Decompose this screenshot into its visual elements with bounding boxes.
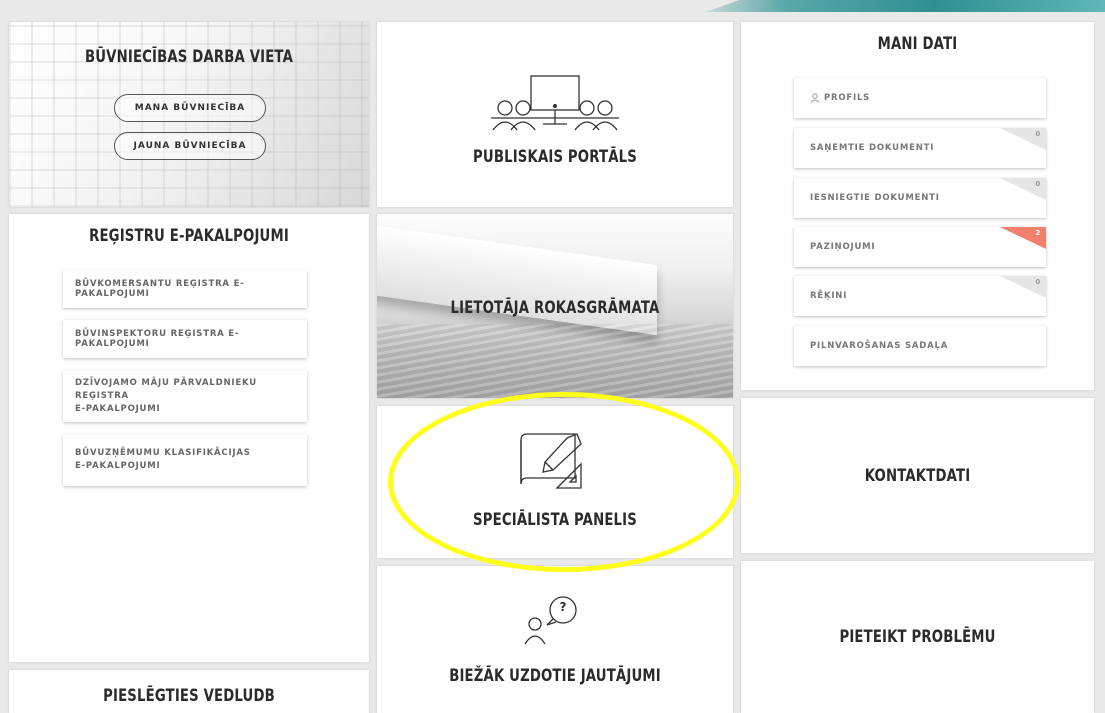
tile-title: PIESLĒGTIES VEDLUDB — [103, 686, 275, 706]
badge-count: 0 — [1035, 278, 1041, 286]
tile-building-workplace: BŪVNIECĪBAS DARBA VIETA MANA BŪVNIECĪBA … — [9, 22, 369, 207]
inspector-registry-label: BŪVINSPEKTORU REĢISTRA E-PAKALPOJUMI — [75, 329, 240, 349]
contractor-registry-button[interactable]: BŪVKOMERSANTU REĢISTRA E-PAKALPOJUMI — [63, 270, 307, 308]
user-icon — [810, 93, 820, 103]
tile-title: KONTAKTDATI — [864, 466, 971, 486]
tile-faq[interactable]: ? BIEŽĀK UZDOTIE JAUTĀJUMI — [377, 566, 733, 713]
tile-user-manual[interactable]: LIETOTĀJA ROKASGRĀMATA — [377, 214, 733, 398]
meeting-screen-icon — [491, 75, 619, 131]
housing-managers-registry-button[interactable]: DZĪVOJAMO MĀJU PĀRVALDNIEKU REĢISTRA E-P… — [63, 370, 307, 422]
question-bubble-icon — [524, 596, 577, 645]
count-badge: 0 — [1000, 276, 1046, 298]
count-badge: 0 — [1000, 128, 1046, 150]
header-accent-stripe — [705, 0, 1105, 12]
highlight-ellipse — [388, 392, 740, 572]
tile-vedludb-connect[interactable]: PIESLĒGTIES VEDLUDB — [9, 670, 369, 713]
company-classification-label: BŪVUZŅĒMUMU KLASIFIKĀCIJAS E-PAKALPOJUMI — [75, 448, 251, 471]
tile-report-problem[interactable]: PIETEIKT PROBLĒMU — [741, 561, 1094, 713]
submitted-documents-button[interactable]: IESNIEGTIE DOKUMENTI 0 — [794, 178, 1046, 218]
invoices-button[interactable]: RĒĶINI 0 — [794, 276, 1046, 316]
submitted-documents-label: IESNIEGTIE DOKUMENTI — [810, 193, 940, 203]
notifications-button[interactable]: PAZIŅOJUMI 2 — [794, 227, 1046, 267]
tile-registry-eservices: REĢISTRU E-PAKALPOJUMI BŪVKOMERSANTU REĢ… — [9, 214, 369, 662]
authorization-section-label: PILNVAROŠANAS SADAĻA — [810, 341, 949, 351]
tile-title: PUBLISKAIS PORTĀLS — [473, 147, 637, 167]
tile-public-portal[interactable]: PUBLISKAIS PORTĀLS — [377, 22, 733, 207]
authorization-section-button[interactable]: PILNVAROŠANAS SADAĻA — [794, 326, 1046, 366]
profile-label: PROFILS — [824, 93, 871, 103]
received-documents-label: SAŅEMTIE DOKUMENTI — [810, 143, 935, 153]
wood-texture — [377, 324, 733, 398]
question-mark-text: ? — [559, 600, 567, 614]
tile-contacts[interactable]: KONTAKTDATI — [741, 398, 1094, 553]
tile-title: BŪVNIECĪBAS DARBA VIETA — [84, 47, 294, 67]
profile-button[interactable]: PROFILS — [794, 78, 1046, 118]
tile-title: LIETOTĀJA ROKASGRĀMATA — [450, 298, 660, 318]
badge-count: 0 — [1035, 180, 1041, 188]
housing-managers-registry-label: DZĪVOJAMO MĀJU PĀRVALDNIEKU REĢISTRA E-P… — [75, 377, 257, 414]
invoices-label: RĒĶINI — [810, 291, 848, 301]
tile-title: BIEŽĀK UZDOTIE JAUTĀJUMI — [449, 666, 661, 686]
book-image — [377, 222, 657, 336]
new-construction-button[interactable]: JAUNA BŪVNIECĪBA — [114, 132, 266, 160]
my-construction-button[interactable]: MANA BŪVNIECĪBA — [114, 94, 266, 122]
count-badge: 0 — [1000, 178, 1046, 200]
tile-title: MANI DATI — [877, 34, 958, 54]
inspector-registry-button[interactable]: BŪVINSPEKTORU REĢISTRA E-PAKALPOJUMI — [63, 320, 307, 358]
contractor-registry-label: BŪVKOMERSANTU REĢISTRA E-PAKALPOJUMI — [75, 279, 245, 299]
notifications-label: PAZIŅOJUMI — [810, 242, 876, 252]
badge-count: 0 — [1035, 130, 1041, 138]
received-documents-button[interactable]: SAŅEMTIE DOKUMENTI 0 — [794, 128, 1046, 168]
count-badge-alert: 2 — [1000, 227, 1046, 249]
tile-title: REĢISTRU E-PAKALPOJUMI — [89, 226, 289, 246]
tile-my-data: MANI DATI PROFILS SAŅEMTIE DOKUMENTI 0 I… — [741, 22, 1094, 390]
company-classification-button[interactable]: BŪVUZŅĒMUMU KLASIFIKĀCIJAS E-PAKALPOJUMI — [63, 434, 307, 486]
badge-count: 2 — [1035, 229, 1041, 237]
tile-title: PIETEIKT PROBLĒMU — [839, 627, 996, 647]
